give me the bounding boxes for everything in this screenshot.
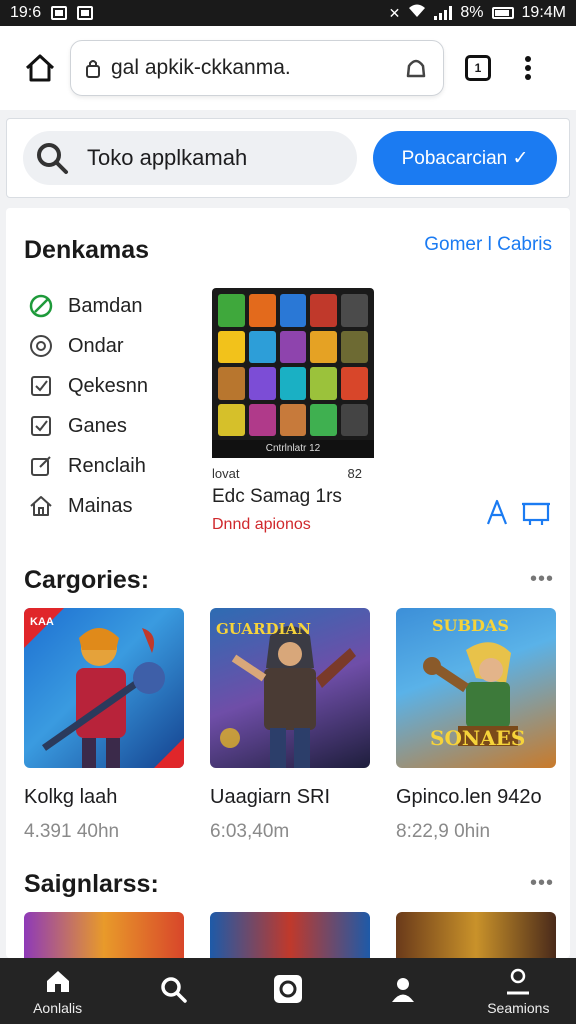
more-vertical-icon <box>525 56 531 80</box>
app-card-title: Uaagiarn SRI <box>210 786 331 808</box>
search-input[interactable]: Toko applkamah <box>23 131 357 185</box>
nav-item-home[interactable]: Aonlalis <box>8 966 108 1016</box>
nav-item-search[interactable] <box>123 974 223 1008</box>
search-icon <box>158 974 188 1004</box>
main-content: Denkamas Gomer l Cabris Bamdan Ondar Qek… <box>6 208 570 958</box>
second-section-row <box>24 912 556 958</box>
nav-item-profile[interactable]: Seamions <box>468 966 568 1016</box>
search-button-label: Pobacarcian ✓ <box>401 147 529 169</box>
nav-label: Seamions <box>487 1000 550 1016</box>
menu-item-label: Mainas <box>68 494 133 517</box>
card-banner: GUARDIAN <box>216 620 311 638</box>
menu-item-label: Qekesnn <box>68 374 149 397</box>
tabs-icon: 1 <box>465 55 491 81</box>
category-menu: Bamdan Ondar Qekesnn Ganes Renclaih Main… <box>26 286 196 526</box>
search-button[interactable]: Pobacarcian ✓ <box>373 131 557 185</box>
browser-toolbar: gal apkik-ckkanma. 1 <box>0 26 576 110</box>
menu-item[interactable]: Ganes <box>26 406 196 446</box>
categories-title: Cargories: <box>24 566 150 594</box>
bell-icon[interactable] <box>403 56 429 80</box>
featured-image-caption: Cntrlnlatr 12 <box>212 440 374 458</box>
disc-icon <box>26 331 56 361</box>
featured-app-title[interactable]: Edc Samag 1rs <box>212 486 342 508</box>
app-card[interactable]: SUBDAS SONAES Gpinco.len 942o 8:22,9 0hi… <box>396 608 556 843</box>
card-banner-secondary: SONAES <box>430 726 526 750</box>
share-icon[interactable] <box>520 498 552 526</box>
menu-item[interactable]: Ondar <box>26 326 196 366</box>
menu-item-label: Ganes <box>68 414 127 437</box>
signal-icon <box>434 6 453 20</box>
app-card-title: Gpinco.len 942o <box>396 786 542 808</box>
app-card-image[interactable] <box>396 912 556 958</box>
featured-section-title: Denkamas <box>24 236 150 264</box>
featured-meta-right: 82 <box>347 466 362 481</box>
categories-row: KAA Kolkg laah 4.391 40hn GUARDIAN Uaagi… <box>24 608 556 843</box>
nav-label: Aonlalis <box>33 1000 83 1016</box>
profile-icon <box>503 966 533 996</box>
app-card[interactable]: GUARDIAN Uaagiarn SRI 6:03,40m <box>210 608 370 843</box>
checkbox-icon <box>26 411 56 441</box>
search-placeholder: Toko applkamah <box>87 145 248 170</box>
home-icon <box>25 54 55 82</box>
home-button[interactable] <box>18 46 62 90</box>
featured-app-meta: lovat 82 <box>212 466 362 481</box>
address-bar[interactable]: gal apkik-ckkanma. <box>70 40 444 96</box>
search-icon <box>37 143 68 174</box>
mute-icon: ✕ <box>388 4 401 21</box>
featured-meta-left: lovat <box>212 466 240 481</box>
app-card-subtitle: 4.391 40hn <box>24 821 120 842</box>
home-icon <box>43 966 73 996</box>
app-card-image[interactable] <box>210 912 370 958</box>
featured-app-image[interactable] <box>212 288 374 458</box>
featured-app-subtitle: Dnnd apionos <box>212 516 311 533</box>
lock-icon <box>86 60 100 78</box>
app-card-image[interactable] <box>24 912 184 958</box>
search-card: Toko applkamah Pobacarcian ✓ <box>6 118 570 198</box>
user-filter-icon[interactable] <box>484 498 510 526</box>
menu-item[interactable]: Mainas <box>26 486 196 526</box>
tabs-count: 1 <box>474 61 482 75</box>
wifi-icon <box>408 4 426 23</box>
nav-item-camera[interactable] <box>238 974 338 1008</box>
menu-item[interactable]: Renclaih <box>26 446 196 486</box>
tabs-button[interactable]: 1 <box>456 46 500 90</box>
warrior-artwork <box>24 608 184 768</box>
app-card[interactable]: KAA Kolkg laah 4.391 40hn <box>24 608 184 843</box>
menu-item[interactable]: Qekesnn <box>26 366 196 406</box>
url-text: gal apkik-ckkanma. <box>111 56 291 79</box>
menu-item[interactable]: Bamdan <box>26 286 196 326</box>
app-card-subtitle: 6:03,40m <box>210 821 290 842</box>
image-notification-icon <box>77 6 94 20</box>
leaf-icon <box>26 291 56 321</box>
edit-icon <box>26 451 56 481</box>
camera-icon <box>273 974 303 1004</box>
app-card-subtitle: 8:22,9 0hin <box>396 821 491 842</box>
categories-more-button[interactable]: ••• <box>530 568 554 591</box>
featured-section-link[interactable]: Gomer l Cabris <box>424 234 552 256</box>
second-section-more-button[interactable]: ••• <box>530 872 554 895</box>
menu-item-label: Ondar <box>68 334 124 357</box>
app-card-image: GUARDIAN <box>210 608 370 768</box>
notification-icon <box>51 6 68 20</box>
user-icon <box>388 974 418 1004</box>
menu-item-label: Renclaih <box>68 454 146 477</box>
app-card-title: Kolkg laah <box>24 786 118 808</box>
bottom-navigation: Aonlalis Seamions <box>0 958 576 1024</box>
battery-percent: 8% <box>460 4 484 21</box>
status-bar: 19:6 ✕ 8% 19:4M <box>0 0 576 26</box>
battery-icon <box>491 7 514 19</box>
status-time-right: 19:4M <box>521 4 566 21</box>
second-section-title: Saignlarss: <box>24 870 159 898</box>
featured-actions <box>484 498 552 526</box>
card-badge: KAA <box>30 616 54 628</box>
menu-item-label: Bamdan <box>68 294 143 317</box>
overflow-menu-button[interactable] <box>506 46 550 90</box>
checkbox-icon <box>26 371 56 401</box>
app-card-image: KAA <box>24 608 184 768</box>
card-banner: SUBDAS <box>432 616 509 635</box>
nav-item-user[interactable] <box>353 974 453 1008</box>
status-time-left: 19:6 <box>10 4 42 21</box>
home-icon <box>26 491 56 521</box>
app-card-image: SUBDAS SONAES <box>396 608 556 768</box>
